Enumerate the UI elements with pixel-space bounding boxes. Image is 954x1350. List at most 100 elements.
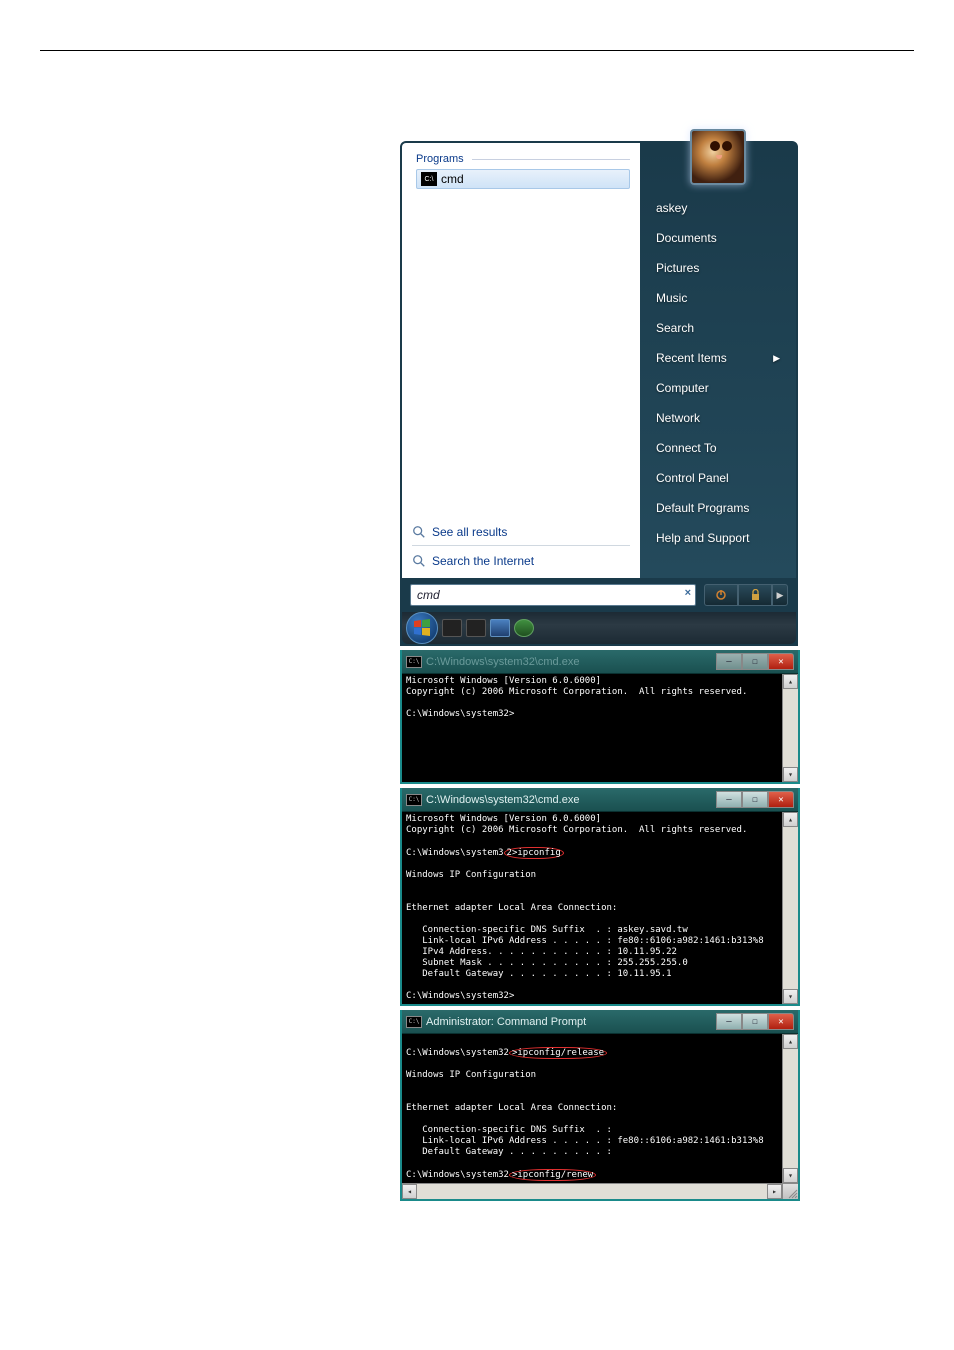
program-result-label: cmd [441, 172, 464, 186]
scroll-up-icon[interactable]: ▴ [783, 674, 798, 689]
scroll-down-icon[interactable]: ▾ [783, 1168, 798, 1183]
right-item-music[interactable]: Music [654, 283, 782, 313]
cmd-line: Copyright (c) 2006 Microsoft Corporation… [406, 687, 747, 697]
vertical-scrollbar[interactable]: ▴ ▾ [782, 1034, 798, 1183]
cmd-prompt: C:\Windows\system32 [406, 1048, 509, 1058]
cmd-title-text: Administrator: Command Prompt [426, 1016, 712, 1028]
right-item-label: Recent Items [656, 351, 727, 365]
see-all-results-link[interactable]: See all results [412, 521, 630, 543]
right-item-label: Search [656, 321, 694, 335]
cmd-line: IPv4 Address. . . . . . . . . . . : 10.1… [406, 947, 677, 957]
cmd-line: Subnet Mask . . . . . . . . . . . : 255.… [406, 958, 688, 968]
search-internet-link[interactable]: Search the Internet [412, 550, 630, 572]
start-button[interactable] [406, 612, 438, 644]
taskbar-quicklaunch-desktop[interactable] [442, 619, 462, 637]
scroll-down-icon[interactable]: ▾ [783, 767, 798, 782]
close-button[interactable]: ✕ [768, 791, 794, 808]
right-item-search[interactable]: Search [654, 313, 782, 343]
search-internet-label: Search the Internet [432, 554, 534, 568]
cmd-line: Copyright (c) 2006 Microsoft Corporation… [406, 825, 747, 835]
cmd-titlebar[interactable]: C:\ Administrator: Command Prompt — ☐ ✕ [402, 1010, 798, 1034]
cmd-line: Connection-specific DNS Suffix . : askey… [406, 925, 688, 935]
maximize-button[interactable]: ☐ [742, 653, 768, 670]
cmd-titlebar[interactable]: C:\ C:\Windows\system32\cmd.exe — ☐ ✕ [402, 650, 798, 674]
vista-start-menu: Programs C:\ cmd See all results [400, 141, 798, 646]
right-item-label: Pictures [656, 261, 699, 275]
start-menu-search-row: cmd × ▶ [402, 578, 796, 612]
start-menu-left-panel: Programs C:\ cmd See all results [402, 143, 640, 578]
right-item-computer[interactable]: Computer [654, 373, 782, 403]
close-button[interactable]: ✕ [768, 1013, 794, 1030]
close-button[interactable]: ✕ [768, 653, 794, 670]
right-item-label: Network [656, 411, 700, 425]
cmd-line: Link-local IPv6 Address . . . . . : fe80… [406, 1136, 764, 1146]
divider [412, 545, 630, 546]
cmd-line: Microsoft Windows [Version 6.0.6000] [406, 676, 601, 686]
vertical-scrollbar[interactable]: ▴ ▾ [782, 674, 798, 782]
taskbar-quicklaunch-switch[interactable] [466, 619, 486, 637]
taskbar-quicklaunch-media[interactable] [514, 619, 534, 637]
search-input-value: cmd [417, 588, 440, 602]
minimize-button[interactable]: — [716, 1013, 742, 1030]
start-search-input[interactable]: cmd × [410, 584, 696, 606]
start-menu-right-panel: askey Documents Pictures Music Search Re… [640, 143, 796, 578]
circled-command-release: >ipconfig/release [509, 1047, 607, 1059]
right-item-help[interactable]: Help and Support [654, 523, 782, 553]
lock-button[interactable] [738, 584, 772, 606]
scroll-up-icon[interactable]: ▴ [783, 1034, 798, 1049]
right-item-user[interactable]: askey [654, 193, 782, 223]
cmd-line: Windows IP Configuration [406, 870, 536, 880]
see-all-results-label: See all results [432, 525, 507, 539]
minimize-button[interactable]: — [716, 791, 742, 808]
cmd-output: Microsoft Windows [Version 6.0.6000] Cop… [402, 674, 782, 782]
cmd-line: Windows IP Configuration [406, 1070, 536, 1080]
scroll-down-icon[interactable]: ▾ [783, 989, 798, 1004]
horizontal-scrollbar[interactable]: ◂ ▸ [402, 1183, 798, 1199]
search-icon [412, 554, 426, 568]
power-button[interactable] [704, 584, 738, 606]
programs-header: Programs [416, 153, 630, 165]
clear-search-button[interactable]: × [685, 587, 691, 599]
right-item-pictures[interactable]: Pictures [654, 253, 782, 283]
program-result-cmd[interactable]: C:\ cmd [416, 169, 630, 189]
submenu-arrow-icon: ▶ [773, 353, 780, 364]
scroll-left-icon[interactable]: ◂ [402, 1184, 417, 1199]
right-item-default-programs[interactable]: Default Programs [654, 493, 782, 523]
cmd-icon: C:\ [421, 172, 437, 186]
right-item-connect-to[interactable]: Connect To [654, 433, 782, 463]
right-item-control-panel[interactable]: Control Panel [654, 463, 782, 493]
cmd-line: Ethernet adapter Local Area Connection: [406, 1103, 617, 1113]
scroll-up-icon[interactable]: ▴ [783, 812, 798, 827]
right-item-label: Control Panel [656, 471, 729, 485]
cmd-title-icon: C:\ [406, 794, 422, 806]
right-item-label: Default Programs [656, 501, 749, 515]
cmd-prompt: C:\Windows\system3 [406, 848, 504, 858]
cmd-title-icon: C:\ [406, 1016, 422, 1028]
cmd-line: Microsoft Windows [Version 6.0.6000] [406, 814, 601, 824]
minimize-button[interactable]: — [716, 653, 742, 670]
lock-icon [750, 589, 761, 601]
circled-command-ipconfig: 2>ipconfig [504, 847, 564, 859]
cmd-line: Default Gateway . . . . . . . . . : [406, 1147, 612, 1157]
maximize-button[interactable]: ☐ [742, 1013, 768, 1030]
vertical-scrollbar[interactable]: ▴ ▾ [782, 812, 798, 1004]
maximize-button[interactable]: ☐ [742, 791, 768, 808]
cmd-titlebar[interactable]: C:\ C:\Windows\system32\cmd.exe — ☐ ✕ [402, 788, 798, 812]
cmd-output: Microsoft Windows [Version 6.0.6000] Cop… [402, 812, 782, 1004]
taskbar [402, 612, 796, 644]
right-item-documents[interactable]: Documents [654, 223, 782, 253]
power-icon [715, 589, 727, 601]
right-item-network[interactable]: Network [654, 403, 782, 433]
resize-grip[interactable] [782, 1184, 798, 1199]
right-item-label: Music [656, 291, 687, 305]
cmd-window-1: C:\ C:\Windows\system32\cmd.exe — ☐ ✕ Mi… [400, 650, 800, 784]
circled-command-renew: >ipconfig/renew [509, 1169, 596, 1181]
cmd-title-text: C:\Windows\system32\cmd.exe [426, 656, 712, 668]
scroll-right-icon[interactable]: ▸ [767, 1184, 782, 1199]
user-avatar[interactable] [690, 129, 746, 185]
right-item-recent[interactable]: Recent Items ▶ [654, 343, 782, 373]
cmd-output: C:\Windows\system32>ipconfig/release Win… [402, 1034, 782, 1183]
taskbar-quicklaunch-ie[interactable] [490, 619, 510, 637]
windows-logo-icon [412, 618, 432, 638]
power-options-more[interactable]: ▶ [772, 584, 788, 606]
